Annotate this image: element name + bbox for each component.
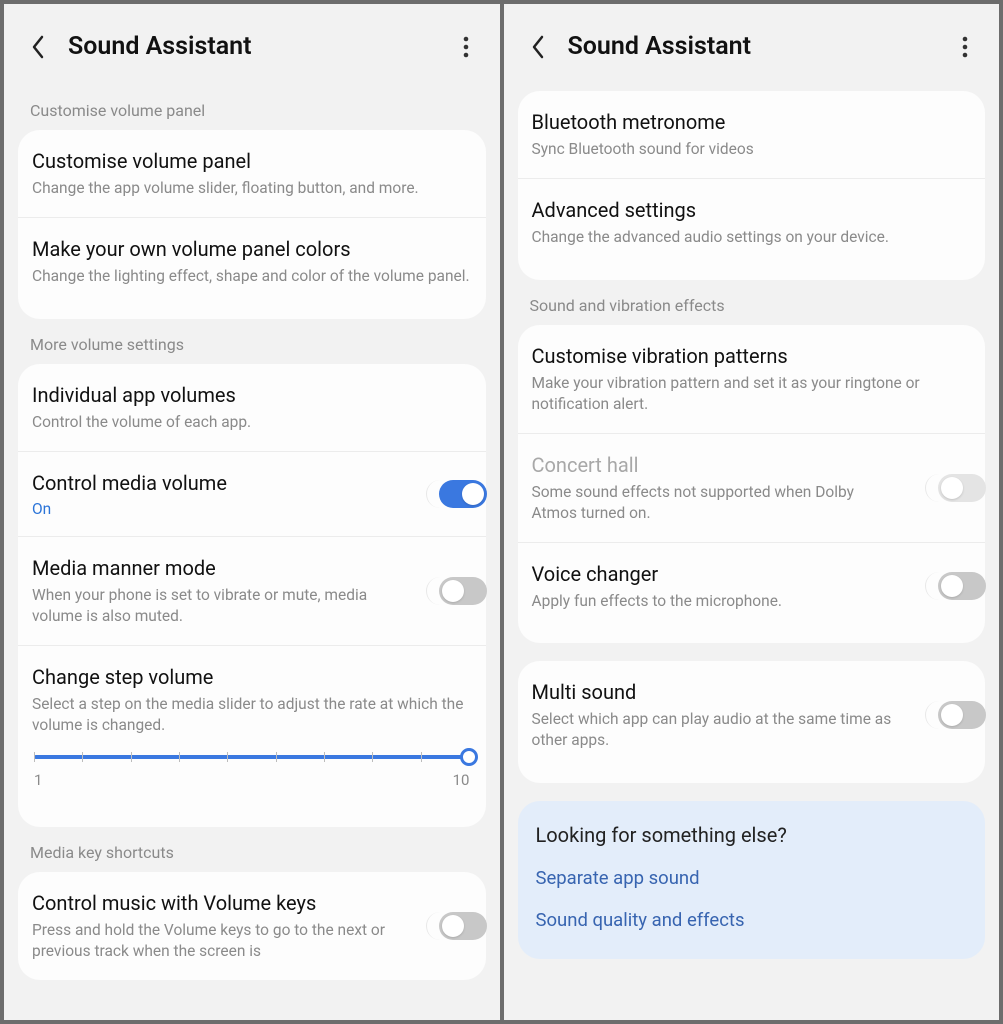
row-desc: When your phone is set to vibrate or mut… (32, 585, 404, 627)
card-sound-vibration: Customise vibration patterns Make your v… (518, 325, 986, 644)
row-advanced-settings[interactable]: Advanced settings Change the advanced au… (518, 178, 986, 266)
section-label-sound-vibration: Sound and vibration effects (504, 280, 1000, 325)
back-icon[interactable] (526, 35, 550, 59)
toggle-media-manner-mode[interactable] (426, 577, 474, 605)
back-icon[interactable] (26, 35, 50, 59)
row-concert-hall: Concert hall Some sound effects not supp… (518, 433, 986, 542)
row-desc: Some sound effects not supported when Do… (532, 482, 904, 524)
more-icon[interactable] (953, 35, 977, 59)
row-desc: Select a step on the media slider to adj… (32, 694, 472, 736)
row-change-step-volume[interactable]: Change step volume Select a step on the … (18, 645, 486, 814)
header: Sound Assistant (4, 4, 500, 85)
link-separate-app-sound[interactable]: Separate app sound (536, 867, 968, 889)
row-title: Make your own volume panel colors (32, 236, 472, 262)
toggle-multi-sound[interactable] (925, 701, 973, 729)
row-title: Bluetooth metronome (532, 109, 972, 135)
header: Sound Assistant (504, 4, 1000, 85)
step-volume-slider[interactable]: 1 10 (32, 735, 472, 795)
link-sound-quality-effects[interactable]: Sound quality and effects (536, 909, 968, 931)
section-label-media-key: Media key shortcuts (4, 827, 500, 872)
suggestion-card: Looking for something else? Separate app… (518, 801, 986, 959)
card-more-volume: Individual app volumes Control the volum… (18, 364, 486, 828)
more-icon[interactable] (454, 35, 478, 59)
page-title: Sound Assistant (68, 32, 454, 61)
content-right: Bluetooth metronome Sync Bluetooth sound… (504, 85, 1000, 1020)
row-desc: Control the volume of each app. (32, 412, 472, 433)
row-title: Concert hall (532, 452, 904, 478)
row-desc: Apply fun effects to the microphone. (532, 591, 904, 612)
row-individual-app-volumes[interactable]: Individual app volumes Control the volum… (18, 364, 486, 451)
row-voice-changer[interactable]: Voice changer Apply fun effects to the m… (518, 542, 986, 630)
row-desc: Change the app volume slider, floating b… (32, 178, 472, 199)
row-title: Control media volume (32, 470, 404, 496)
screen-left: Sound Assistant Customise volume panel C… (4, 4, 500, 1020)
section-label-more-volume: More volume settings (4, 319, 500, 364)
row-title: Customise vibration patterns (532, 343, 972, 369)
row-media-manner-mode[interactable]: Media manner mode When your phone is set… (18, 536, 486, 645)
row-title: Multi sound (532, 679, 904, 705)
toggle-voice-changer[interactable] (925, 572, 973, 600)
row-title: Advanced settings (532, 197, 972, 223)
slider-min-label: 1 (34, 771, 42, 789)
toggle-control-music-volume-keys[interactable] (426, 912, 474, 940)
page-title: Sound Assistant (568, 32, 954, 61)
section-label-customise: Customise volume panel (4, 85, 500, 130)
row-desc: Sync Bluetooth sound for videos (532, 139, 972, 160)
row-control-music-volume-keys[interactable]: Control music with Volume keys Press and… (18, 872, 486, 980)
row-desc: Press and hold the Volume keys to go to … (32, 920, 404, 962)
row-title: Control music with Volume keys (32, 890, 404, 916)
row-control-media-volume[interactable]: Control media volume On (18, 451, 486, 536)
slider-thumb[interactable] (460, 748, 478, 766)
row-volume-panel-colors[interactable]: Make your own volume panel colors Change… (18, 217, 486, 305)
slider-max-label: 10 (453, 771, 470, 789)
content-left: Customise volume panel Customise volume … (4, 85, 500, 1020)
row-desc: Select which app can play audio at the s… (532, 709, 904, 751)
toggle-concert-hall (925, 474, 973, 502)
row-title: Media manner mode (32, 555, 404, 581)
suggestion-title: Looking for something else? (536, 823, 968, 847)
row-desc: Change the lighting effect, shape and co… (32, 266, 472, 287)
row-multi-sound[interactable]: Multi sound Select which app can play au… (518, 661, 986, 769)
toggle-control-media-volume[interactable] (426, 480, 474, 508)
row-title: Individual app volumes (32, 382, 472, 408)
row-title: Customise volume panel (32, 148, 472, 174)
row-status: On (32, 500, 404, 518)
row-title: Voice changer (532, 561, 904, 587)
row-bluetooth-metronome[interactable]: Bluetooth metronome Sync Bluetooth sound… (518, 91, 986, 178)
row-customise-vibration[interactable]: Customise vibration patterns Make your v… (518, 325, 986, 433)
card-media-key: Control music with Volume keys Press and… (18, 872, 486, 980)
row-customise-volume-panel[interactable]: Customise volume panel Change the app vo… (18, 130, 486, 217)
card-customise: Customise volume panel Change the app vo… (18, 130, 486, 319)
card-advanced: Bluetooth metronome Sync Bluetooth sound… (518, 91, 986, 280)
card-multi-sound: Multi sound Select which app can play au… (518, 661, 986, 783)
screen-right: Sound Assistant Bluetooth metronome Sync… (504, 4, 1000, 1020)
row-desc: Change the advanced audio settings on yo… (532, 227, 972, 248)
row-desc: Make your vibration pattern and set it a… (532, 373, 972, 415)
row-title: Change step volume (32, 664, 472, 690)
